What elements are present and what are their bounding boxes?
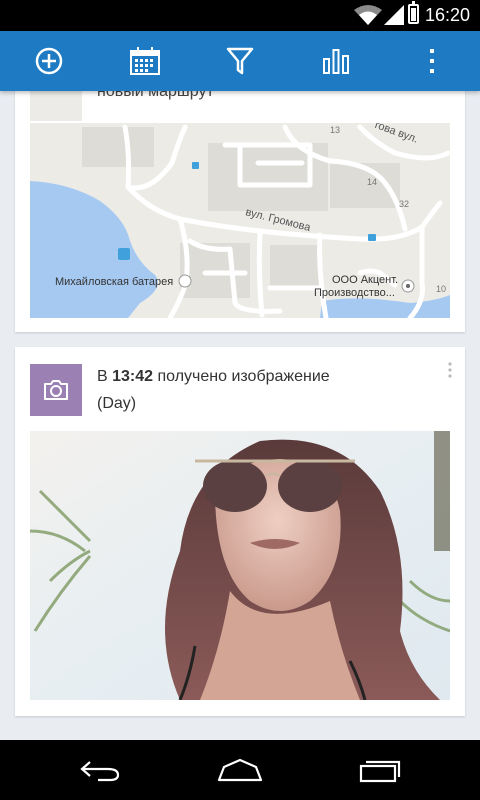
status-time: 16:20 bbox=[424, 5, 470, 25]
recent-apps-button[interactable] bbox=[340, 748, 420, 792]
card-overflow-icon[interactable] bbox=[447, 361, 453, 379]
map-label-13: 13 bbox=[330, 125, 340, 135]
filter-icon bbox=[226, 47, 254, 75]
route-title: новый маршрут bbox=[97, 91, 214, 100]
calendar-icon bbox=[130, 47, 160, 75]
route-map[interactable]: вул. Громова това вул. Михайловская бата… bbox=[30, 123, 450, 318]
map-label-32: 32 bbox=[399, 199, 409, 209]
image-event-card[interactable]: В 13:42 получено изображение (Day) bbox=[15, 347, 465, 716]
route-thumbnail bbox=[30, 91, 82, 121]
event-text-suffix: получено изображение bbox=[153, 368, 330, 385]
event-feed[interactable]: новый маршрут вул. Громова това вул. Мих… bbox=[0, 91, 480, 740]
camera-icon bbox=[44, 380, 68, 400]
event-description: В 13:42 получено изображение (Day) bbox=[97, 363, 330, 417]
battery-icon bbox=[408, 1, 419, 24]
photo-image bbox=[30, 431, 450, 700]
map-label-battery: Михайловская батарея bbox=[55, 276, 173, 288]
map-label-company-2: Производство... bbox=[314, 287, 395, 299]
route-card[interactable]: новый маршрут вул. Громова това вул. Мих… bbox=[15, 91, 465, 332]
home-icon bbox=[217, 758, 263, 782]
back-icon bbox=[80, 761, 120, 782]
calendar-button[interactable] bbox=[115, 31, 175, 91]
back-button[interactable] bbox=[60, 748, 140, 792]
map-canvas: вул. Громова това вул. Михайловская бата… bbox=[30, 123, 450, 318]
statistics-button[interactable] bbox=[306, 31, 366, 91]
add-button[interactable] bbox=[19, 31, 79, 91]
wifi-icon bbox=[354, 5, 382, 25]
recent-apps-icon bbox=[359, 760, 401, 783]
home-button[interactable] bbox=[200, 748, 280, 792]
overflow-menu-button[interactable] bbox=[402, 31, 462, 91]
system-navigation-bar bbox=[0, 740, 480, 800]
map-label-10: 10 bbox=[436, 284, 446, 294]
event-text-prefix: В bbox=[97, 368, 113, 385]
overflow-menu-icon bbox=[430, 49, 434, 73]
filter-button[interactable] bbox=[210, 31, 270, 91]
add-icon bbox=[35, 47, 63, 75]
map-label-14: 14 bbox=[367, 177, 377, 187]
event-type-thumbnail bbox=[30, 364, 82, 416]
signal-icon bbox=[384, 5, 404, 25]
app-toolbar bbox=[0, 31, 480, 91]
event-subtitle: (Day) bbox=[97, 395, 137, 412]
event-time: 13:42 bbox=[112, 368, 154, 385]
bar-chart-icon bbox=[323, 49, 349, 74]
map-label-company-1: ООО Акцент. bbox=[332, 274, 398, 286]
received-photo[interactable] bbox=[30, 431, 450, 700]
status-bar: 16:20 bbox=[0, 0, 480, 31]
